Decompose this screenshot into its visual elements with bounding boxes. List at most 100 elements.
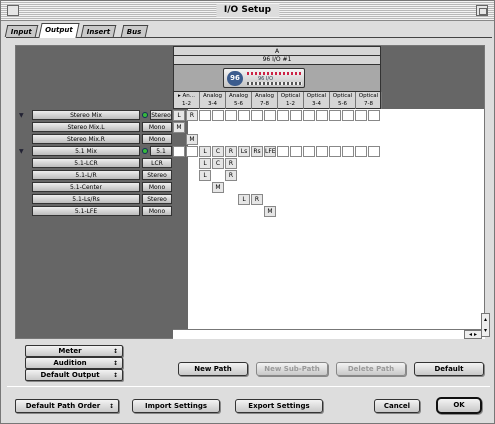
path-name[interactable]: 5.1-LCR: [32, 158, 140, 168]
column-header[interactable]: Optical 3-4: [304, 92, 330, 109]
channel-assignment-cell[interactable]: [212, 122, 224, 133]
path-active-icon[interactable]: [142, 112, 148, 118]
channel-assignment-cell[interactable]: L: [173, 110, 185, 121]
channel-assignment-cell[interactable]: [238, 206, 250, 217]
channel-assignment-cell[interactable]: [329, 146, 341, 157]
channel-assignment-cell[interactable]: [238, 170, 250, 181]
path-row[interactable]: ▼ Stereo Mix Stereo L R: [16, 110, 381, 121]
channel-assignment-cell[interactable]: [173, 194, 185, 205]
new-sub-path-button[interactable]: New Sub-Path: [256, 362, 328, 376]
default-button[interactable]: Default: [414, 362, 484, 376]
channel-assignment-cell[interactable]: [212, 206, 224, 217]
channel-assignment-cell[interactable]: [225, 122, 237, 133]
column-header[interactable]: Optical 7-8: [356, 92, 382, 109]
tab-input[interactable]: Input: [4, 25, 39, 37]
channel-assignment-cell[interactable]: [186, 170, 198, 181]
path-name[interactable]: 5.1 Mix: [32, 146, 140, 156]
channel-assignment-cell[interactable]: [251, 158, 263, 169]
channel-assignment-cell[interactable]: [277, 110, 289, 121]
channel-assignment-cell[interactable]: M: [264, 206, 276, 217]
io-group-header[interactable]: A: [173, 46, 381, 56]
channel-assignment-cell[interactable]: Rs: [251, 146, 263, 157]
channel-assignment-cell[interactable]: L: [199, 170, 211, 181]
path-name[interactable]: 5.1-Ls/Rs: [32, 194, 140, 204]
channel-assignment-cell[interactable]: [251, 110, 263, 121]
channel-assignment-cell[interactable]: R: [186, 110, 198, 121]
channel-assignment-cell[interactable]: [173, 158, 185, 169]
channel-assignment-cell[interactable]: R: [225, 170, 237, 181]
audition-popup[interactable]: Audition ↕: [25, 357, 123, 369]
path-name[interactable]: Stereo Mix.R: [32, 134, 140, 144]
channel-assignment-cell[interactable]: R: [251, 194, 263, 205]
channel-assignment-cell[interactable]: [264, 170, 276, 181]
channel-assignment-cell[interactable]: [186, 122, 198, 133]
scroll-right-icon[interactable]: ▸: [474, 331, 477, 338]
cancel-button[interactable]: Cancel: [374, 399, 420, 413]
channel-assignment-cell[interactable]: [238, 158, 250, 169]
channel-assignment-cell[interactable]: [173, 170, 185, 181]
channel-assignment-cell[interactable]: [186, 146, 198, 157]
default-output-popup[interactable]: Default Output ↕: [25, 369, 123, 381]
channel-assignment-cell[interactable]: [368, 146, 380, 157]
path-name[interactable]: 5.1-LFE: [32, 206, 140, 216]
channel-assignment-cell[interactable]: [199, 110, 211, 121]
channel-assignment-cell[interactable]: [303, 146, 315, 157]
channel-assignment-cell[interactable]: [264, 134, 276, 145]
channel-assignment-cell[interactable]: [264, 122, 276, 133]
channel-assignment-cell[interactable]: [264, 194, 276, 205]
import-settings-button[interactable]: Import Settings: [132, 399, 220, 413]
path-row[interactable]: 5.1-Center Mono M: [16, 182, 381, 193]
channel-assignment-cell[interactable]: [173, 206, 185, 217]
scroll-down-icon[interactable]: ▾: [482, 325, 489, 336]
channel-assignment-cell[interactable]: [251, 182, 263, 193]
title-bar[interactable]: I/O Setup: [1, 1, 494, 21]
channel-assignment-cell[interactable]: [199, 206, 211, 217]
channel-assignment-cell[interactable]: [225, 206, 237, 217]
channel-assignment-cell[interactable]: [368, 110, 380, 121]
channel-assignment-cell[interactable]: [251, 122, 263, 133]
channel-assignment-cell[interactable]: [290, 110, 302, 121]
channel-assignment-cell[interactable]: [199, 122, 211, 133]
default-path-order-popup[interactable]: Default Path Order ↕: [15, 399, 119, 413]
channel-assignment-cell[interactable]: [342, 146, 354, 157]
path-name[interactable]: 5.1-L/R: [32, 170, 140, 180]
channel-assignment-cell[interactable]: [329, 110, 341, 121]
column-header[interactable]: Optical 1-2: [278, 92, 304, 109]
disclosure-triangle-icon[interactable]: ▼: [19, 112, 24, 119]
channel-assignment-cell[interactable]: [186, 158, 198, 169]
channel-assignment-cell[interactable]: [251, 170, 263, 181]
channel-assignment-cell[interactable]: [303, 110, 315, 121]
channel-assignment-cell[interactable]: [186, 206, 198, 217]
channel-assignment-cell[interactable]: [186, 182, 198, 193]
tab-bus[interactable]: Bus: [120, 25, 148, 37]
zoom-box-icon[interactable]: [476, 5, 488, 16]
channel-assignment-cell[interactable]: R: [225, 146, 237, 157]
channel-assignment-cell[interactable]: [199, 182, 211, 193]
channel-assignment-cell[interactable]: [212, 134, 224, 145]
tab-insert[interactable]: Insert: [80, 25, 117, 37]
channel-assignment-cell[interactable]: [264, 110, 276, 121]
channel-assignment-cell[interactable]: [199, 134, 211, 145]
vertical-scroll-arrows[interactable]: ▴ ▾: [481, 313, 490, 337]
channel-assignment-cell[interactable]: M: [173, 122, 185, 133]
channel-assignment-cell[interactable]: [238, 134, 250, 145]
column-header[interactable]: Analog 7-8: [252, 92, 278, 109]
channel-assignment-cell[interactable]: [199, 194, 211, 205]
new-path-button[interactable]: New Path: [178, 362, 248, 376]
channel-assignment-cell[interactable]: [238, 182, 250, 193]
channel-assignment-cell[interactable]: [238, 122, 250, 133]
path-active-icon[interactable]: [142, 148, 148, 154]
channel-assignment-cell[interactable]: [173, 146, 185, 157]
channel-assignment-cell[interactable]: [186, 194, 198, 205]
channel-assignment-cell[interactable]: L: [238, 194, 250, 205]
path-name[interactable]: Stereo Mix.L: [32, 122, 140, 132]
path-row[interactable]: ▼ 5.1 Mix 5.1 L C R Ls Rs LFE: [16, 146, 381, 157]
channel-assignment-cell[interactable]: [212, 170, 224, 181]
channel-assignment-cell[interactable]: [355, 110, 367, 121]
path-row[interactable]: 5.1-Ls/Rs Stereo L R: [16, 194, 381, 205]
channel-assignment-cell[interactable]: [225, 194, 237, 205]
path-name[interactable]: Stereo Mix: [32, 110, 140, 120]
path-row[interactable]: 5.1-LFE Mono M: [16, 206, 381, 217]
scroll-left-icon[interactable]: ◂: [469, 331, 472, 338]
close-box-icon[interactable]: [7, 5, 19, 16]
